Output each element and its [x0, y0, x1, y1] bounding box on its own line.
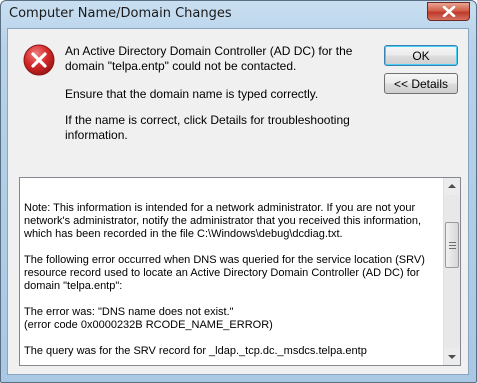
error-message: An Active Directory Domain Controller (A…: [65, 44, 353, 73]
details-paragraph: The query was for the SRV record for _ld…: [24, 345, 367, 357]
dialog-body: An Active Directory Domain Controller (A…: [7, 28, 469, 375]
grip-line: [449, 245, 456, 246]
details-textbox[interactable]: Note: This information is intended for a…: [19, 177, 461, 366]
window-title: Computer Name/Domain Changes: [9, 6, 232, 21]
details-text: Note: This information is intended for a…: [24, 202, 442, 365]
arrow-down-icon: [448, 355, 456, 359]
dialog-window: Computer Name/Domain Changes An Active D…: [0, 0, 477, 383]
details-paragraph: The following error occurred when DNS wa…: [24, 254, 425, 292]
hint-message: Ensure that the domain name is typed cor…: [65, 87, 319, 101]
error-x-icon: [23, 44, 55, 76]
grip-line: [449, 248, 456, 249]
close-icon: [442, 6, 456, 17]
details-button[interactable]: << Details: [384, 73, 458, 94]
details-paragraph: Note: This information is intended for a…: [24, 202, 422, 240]
arrow-up-icon: [448, 184, 456, 188]
details-hint-message: If the name is correct, click Details fo…: [65, 113, 350, 142]
vertical-scrollbar[interactable]: [443, 178, 460, 365]
close-button[interactable]: [427, 2, 470, 21]
grip-line: [449, 242, 456, 243]
message-area: An Active Directory Domain Controller (A…: [65, 44, 377, 143]
scroll-up-button[interactable]: [444, 178, 460, 195]
details-paragraph: The error was: "DNS name does not exist.…: [24, 306, 273, 331]
scroll-thumb[interactable]: [445, 222, 459, 268]
title-bar[interactable]: Computer Name/Domain Changes: [1, 1, 476, 28]
ok-button[interactable]: OK: [384, 45, 458, 66]
scroll-down-button[interactable]: [444, 348, 460, 365]
